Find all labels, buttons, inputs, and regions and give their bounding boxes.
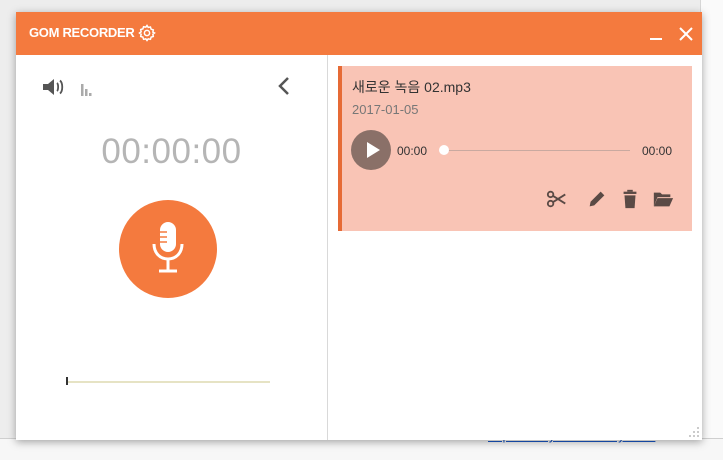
list-item[interactable]: 새로운 녹음 02.mp3 2017-01-05 00:00 00:00 xyxy=(338,66,692,231)
minimize-button[interactable] xyxy=(646,24,666,44)
titlebar: GOM RECORDER xyxy=(16,12,702,55)
chevron-left-icon[interactable] xyxy=(274,75,294,97)
background-window-edge xyxy=(700,0,723,459)
total-time: 00:00 xyxy=(642,144,673,158)
speaker-icon[interactable] xyxy=(41,77,65,97)
recorder-panel: 00:00:00 xyxy=(16,55,328,440)
scissors-icon[interactable] xyxy=(546,188,568,210)
input-level-marker xyxy=(66,377,68,385)
pencil-icon[interactable] xyxy=(586,188,608,210)
recording-date: 2017-01-05 xyxy=(352,102,419,117)
recording-timer: 00:00:00 xyxy=(101,132,242,171)
current-time: 00:00 xyxy=(397,144,428,158)
level-bars-icon[interactable] xyxy=(80,82,96,96)
app-title: GOM RECORDER xyxy=(29,25,135,40)
seek-handle[interactable] xyxy=(439,145,449,155)
gear-icon[interactable] xyxy=(138,24,156,42)
play-icon xyxy=(367,142,380,158)
microphone-icon xyxy=(152,222,184,273)
record-button[interactable] xyxy=(119,200,217,298)
close-button[interactable] xyxy=(676,24,696,44)
resize-grip-icon[interactable] xyxy=(688,426,700,438)
recordings-list: 새로운 녹음 02.mp3 2017-01-05 00:00 00:00 xyxy=(328,55,702,440)
input-level-meter xyxy=(66,381,270,383)
gom-recorder-window: GOM RECORDER 00:00:00 새로운 녹음 02.mp3 2017… xyxy=(16,12,702,440)
seek-bar[interactable] xyxy=(444,150,630,151)
folder-icon[interactable] xyxy=(652,188,674,210)
trash-icon[interactable] xyxy=(619,188,641,210)
play-button[interactable] xyxy=(351,130,391,170)
recording-filename: 새로운 녹음 02.mp3 xyxy=(352,79,471,95)
